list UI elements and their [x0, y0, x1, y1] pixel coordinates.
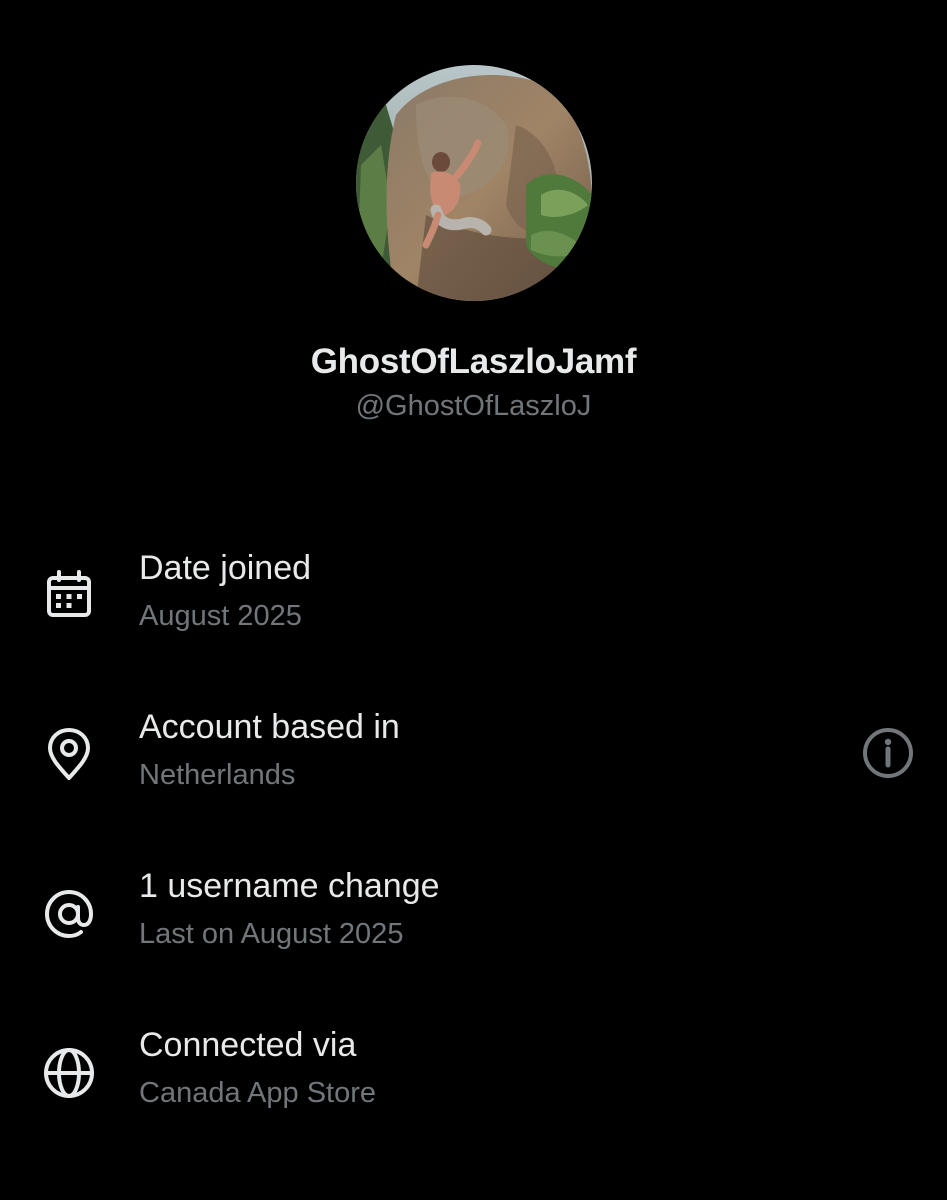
detail-label: Connected via [139, 1026, 357, 1064]
globe-icon [44, 1048, 94, 1098]
profile-avatar[interactable] [356, 65, 592, 301]
detail-label: 1 username change [139, 867, 440, 905]
detail-label: Account based in [139, 708, 400, 746]
display-name: GhostOfLaszloJamf [310, 342, 637, 381]
avatar-image [356, 65, 592, 301]
detail-value: Last on August 2025 [139, 918, 404, 950]
user-handle: @GhostOfLaszloJ [355, 390, 592, 422]
at-sign-icon [44, 889, 94, 939]
info-icon [863, 728, 913, 778]
info-button[interactable] [859, 724, 917, 782]
detail-row-connected-via: Connected via Canada App Store [0, 1026, 947, 1140]
detail-row-username-change: 1 username change Last on August 2025 [0, 867, 947, 981]
detail-row-account-based-in: Account based in Netherlands [0, 708, 947, 822]
detail-value: August 2025 [139, 600, 302, 632]
location-pin-icon [48, 728, 90, 780]
detail-row-date-joined: Date joined August 2025 [0, 549, 947, 663]
detail-value: Netherlands [139, 759, 296, 791]
detail-label: Date joined [139, 549, 312, 587]
detail-value: Canada App Store [139, 1077, 377, 1109]
calendar-icon [47, 570, 91, 617]
